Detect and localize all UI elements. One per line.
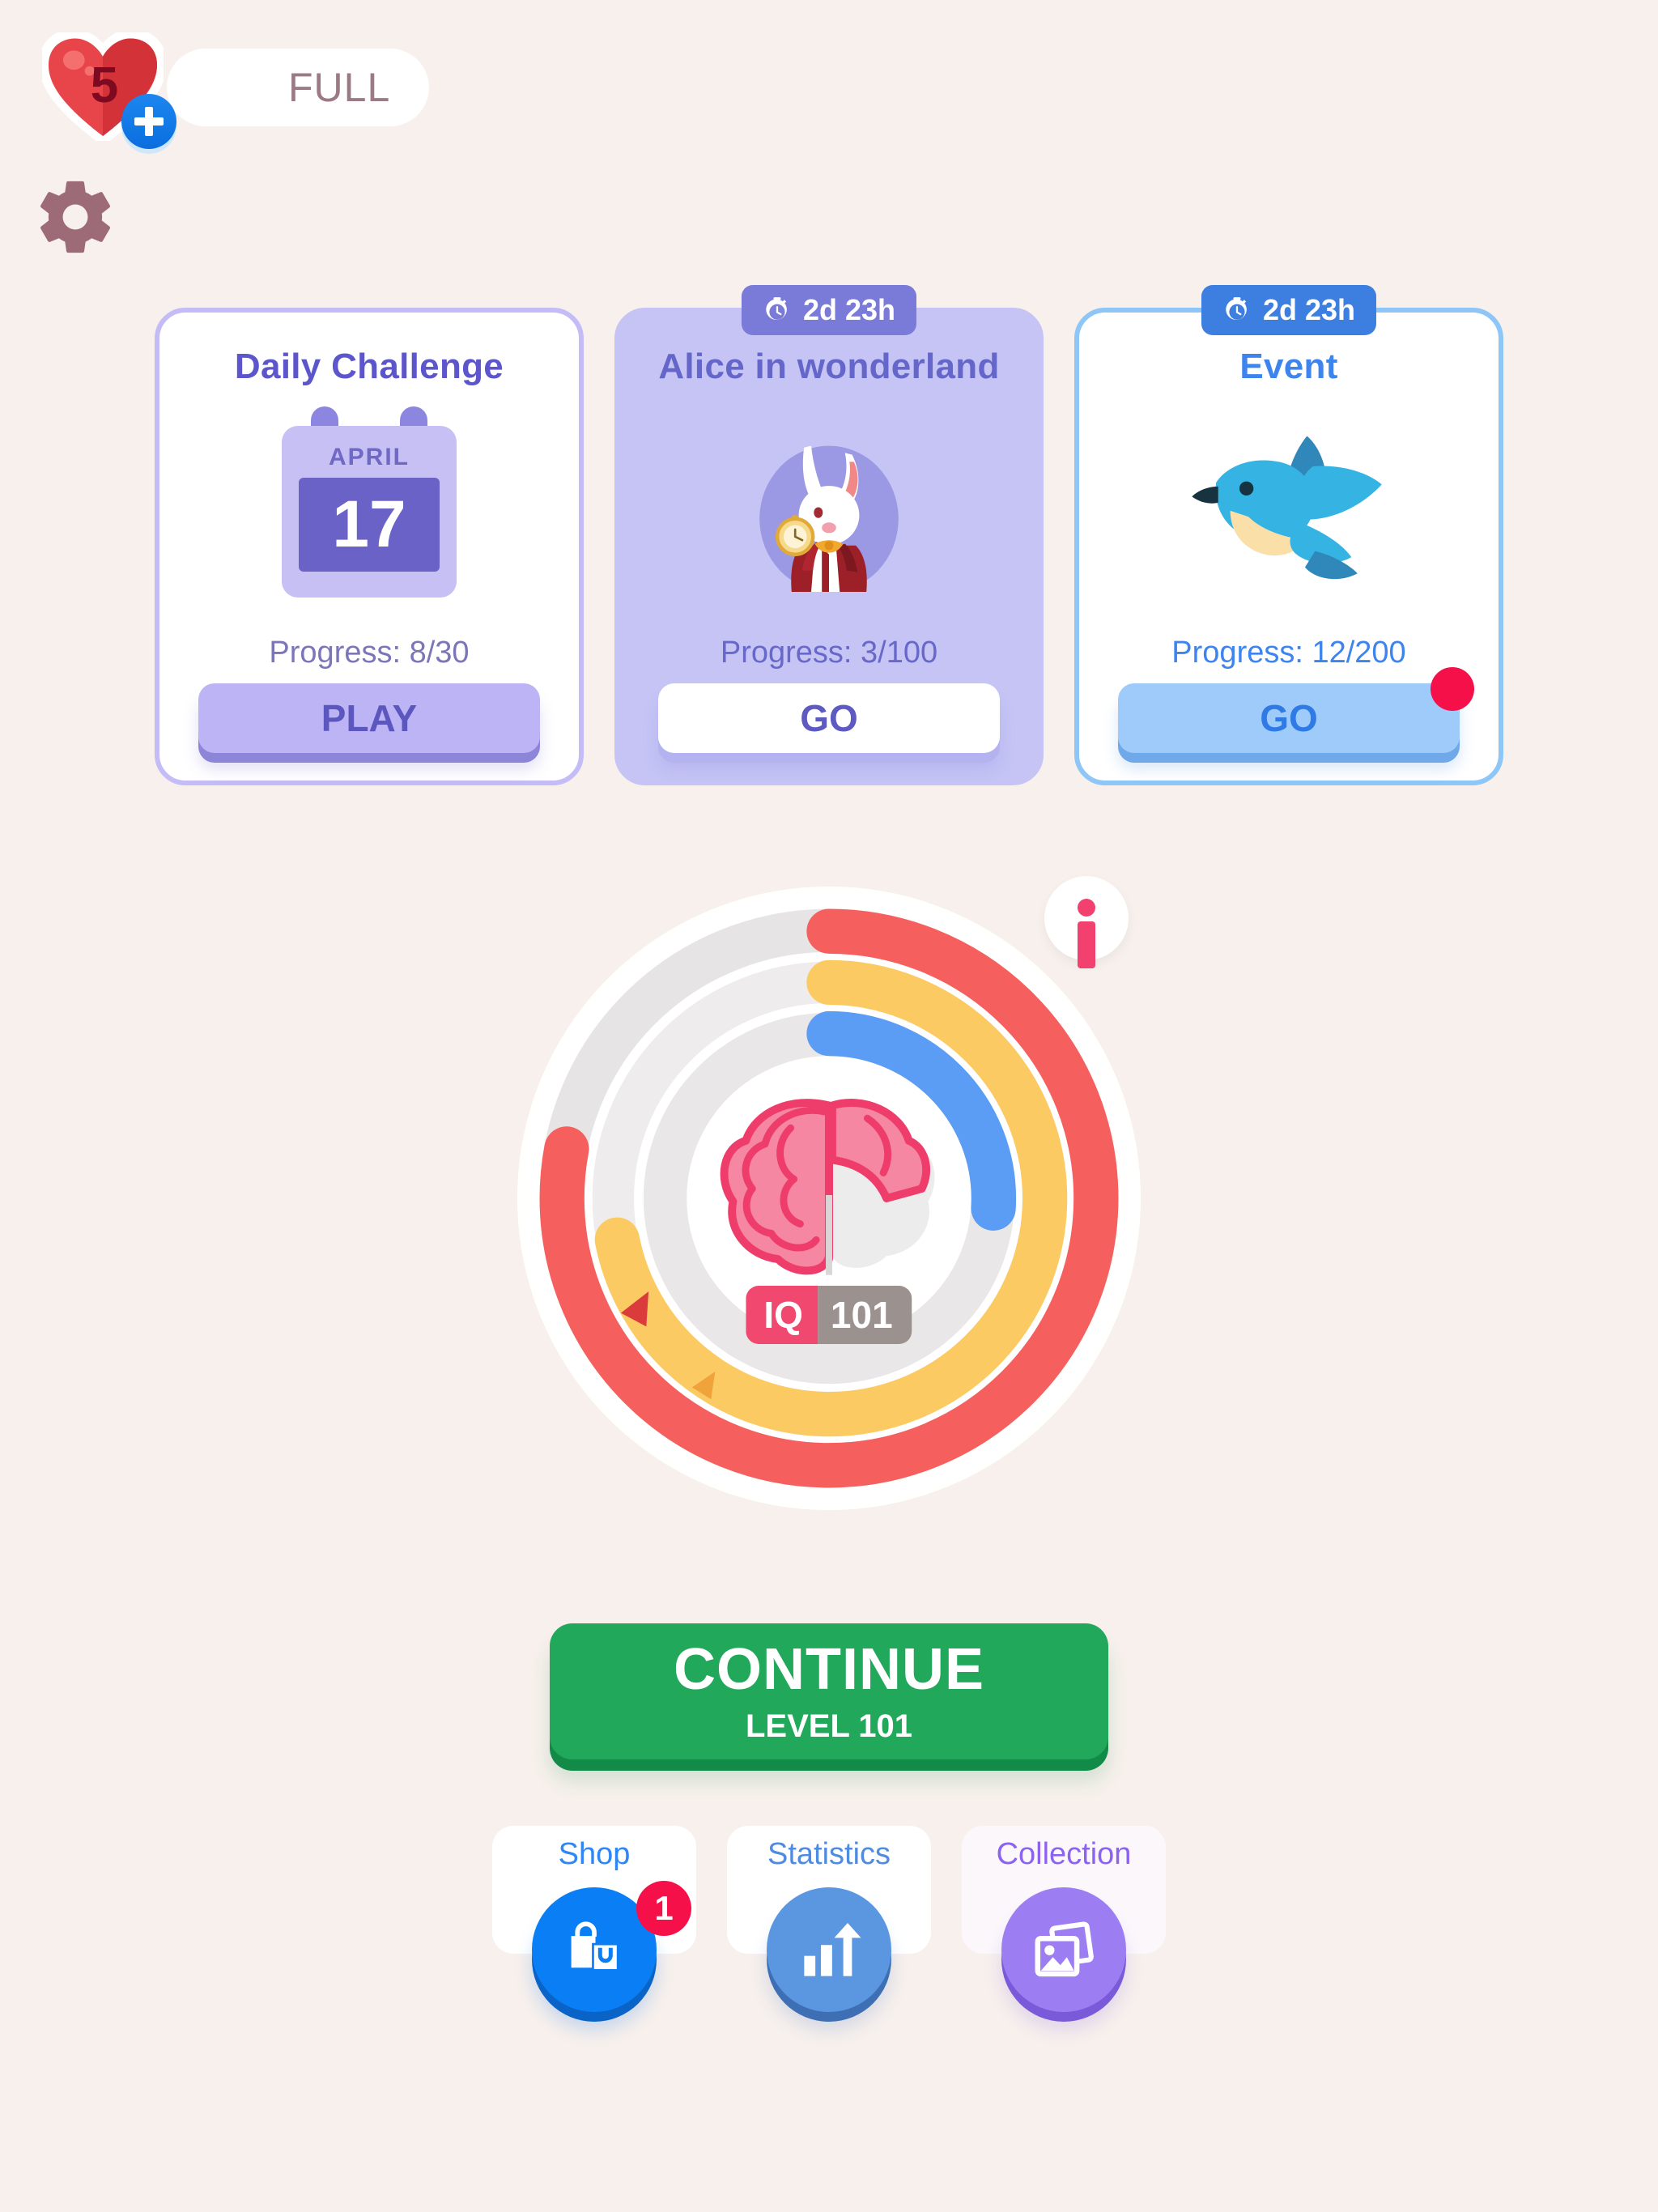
white-rabbit-glyph [759, 445, 899, 592]
bar-chart-arrow-icon [767, 1887, 891, 2012]
bar-chart-arrow-glyph [804, 1923, 861, 1976]
go-button-label: GO [800, 697, 858, 739]
card-progress: Progress: 3/100 [720, 636, 938, 670]
promo-cards-row: Daily Challenge APRIL 17 Progress: 8/30 … [0, 285, 1658, 785]
photos-glyph [1035, 1921, 1094, 1977]
card-daily-challenge[interactable]: Daily Challenge APRIL 17 Progress: 8/30 … [155, 308, 584, 785]
nav-item-collection[interactable]: Collection [962, 1826, 1166, 2012]
brain-icon [720, 1099, 935, 1275]
card-event[interactable]: 2d 23h Event Progress: 12/200 GO [1074, 285, 1503, 785]
card-title: Alice in wonderland [658, 347, 1000, 386]
notification-dot [1431, 667, 1474, 711]
card-progress: Progress: 8/30 [269, 636, 470, 670]
timer-badge: 2d 23h [741, 285, 917, 335]
nav-item-statistics[interactable]: Statistics [727, 1826, 931, 2012]
nav-item-shop[interactable]: Shop 1 [492, 1826, 696, 2012]
lives-bar[interactable]: 5 FULL [31, 23, 430, 152]
continue-label: CONTINUE [674, 1637, 984, 1702]
timer-badge: 2d 23h [1201, 285, 1377, 335]
calendar-month: APRIL [329, 443, 410, 470]
timer-label: 2d 23h [802, 293, 896, 326]
iq-badge-value: 101 [817, 1286, 912, 1344]
lives-status-label: FULL [288, 65, 391, 110]
shopping-bags-glyph [571, 1921, 619, 1972]
photos-icon [1001, 1887, 1126, 2012]
calendar-icon: APRIL 17 [159, 387, 579, 636]
iq-badge: IQ 101 [746, 1286, 912, 1344]
continue-level-label: LEVEL 101 [745, 1708, 913, 1744]
iq-badge-label: IQ [746, 1286, 818, 1344]
iq-ring-svg [517, 886, 1141, 1511]
go-button-event[interactable]: GO [1118, 667, 1474, 753]
go-button-label: GO [1260, 697, 1318, 739]
card-title: Daily Challenge [234, 347, 504, 386]
iq-progress-ring[interactable] [509, 878, 1149, 1518]
gear-glyph [40, 181, 110, 253]
plus-icon[interactable] [121, 94, 176, 149]
calendar-day: 17 [299, 477, 440, 572]
card-progress: Progress: 12/200 [1171, 636, 1406, 670]
shop-notification-badge: 1 [636, 1881, 691, 1936]
card-title: Event [1239, 347, 1338, 386]
play-button-label: PLAY [321, 697, 418, 739]
lives-status-pill[interactable]: FULL [167, 49, 430, 126]
bottom-nav: Shop 1 Statistics Collection [492, 1826, 1166, 2012]
white-rabbit-icon [619, 387, 1039, 636]
info-icon[interactable] [1044, 876, 1129, 968]
go-button-alice[interactable]: GO [658, 683, 1000, 753]
card-alice-in-wonderland[interactable]: 2d 23h Alice in wonderland Progress: 3/1… [614, 285, 1044, 785]
stopwatch-icon [1226, 297, 1247, 321]
continue-button[interactable]: CONTINUE LEVEL 101 [550, 1623, 1108, 1759]
play-button[interactable]: PLAY [198, 683, 540, 753]
bluebird-icon [1079, 387, 1499, 636]
gear-icon[interactable] [32, 174, 118, 260]
timer-label: 2d 23h [1262, 293, 1356, 326]
stopwatch-icon [766, 297, 787, 321]
bluebird-glyph [1192, 435, 1382, 579]
heart-icon: 5 [31, 23, 176, 152]
